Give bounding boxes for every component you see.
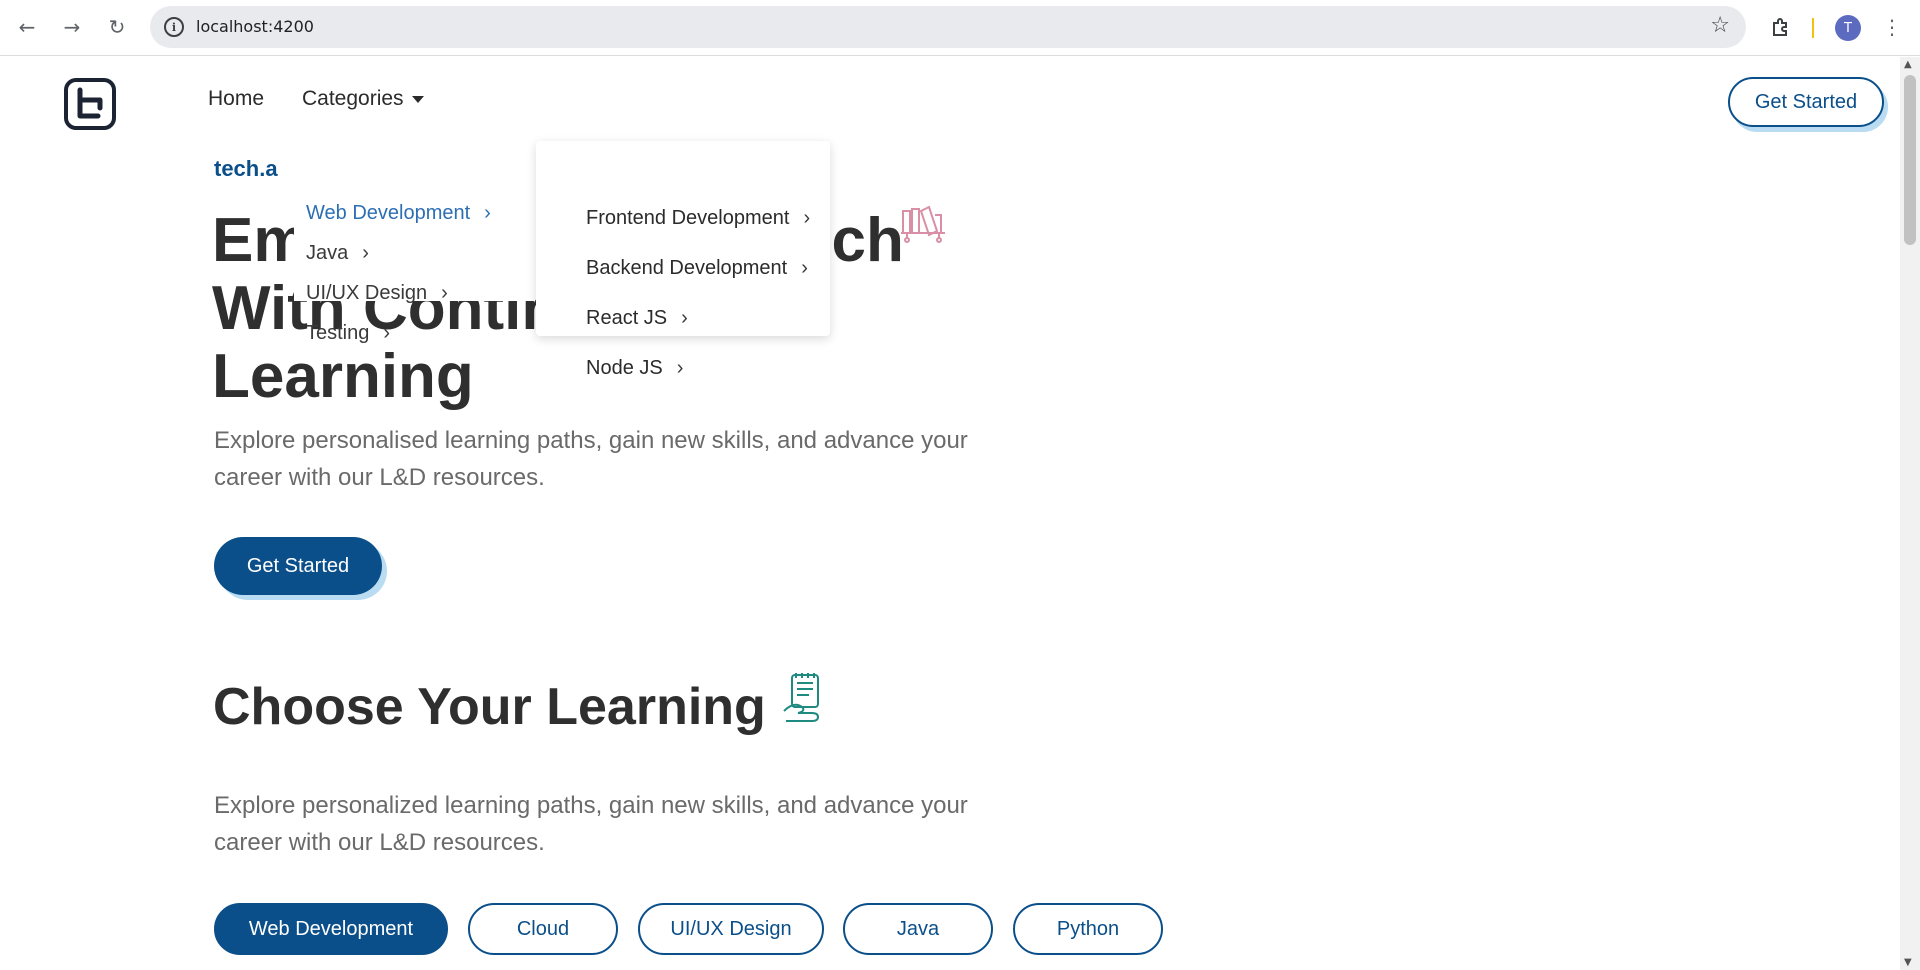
chevron-right-icon: › bbox=[803, 207, 811, 229]
page-content: Home Categories Get Started tech.a Em ch … bbox=[0, 57, 1900, 970]
forward-icon[interactable]: → bbox=[55, 10, 89, 44]
notes-icon bbox=[783, 673, 820, 722]
scroll-up-icon[interactable]: ▲ bbox=[1904, 59, 1912, 70]
submenu-item-node[interactable]: Node JS › bbox=[586, 357, 683, 380]
back-icon[interactable]: ← bbox=[10, 10, 44, 44]
menu-item-web-development[interactable]: Web Development › bbox=[306, 202, 491, 225]
chevron-right-icon: › bbox=[681, 307, 688, 329]
chevron-right-icon: › bbox=[441, 282, 448, 304]
categories-menu: Web Development › Java › UI/UX Design › Tes… bbox=[294, 141, 534, 344]
site-info-icon[interactable]: i bbox=[164, 17, 184, 37]
menu-item-label: Java bbox=[306, 242, 349, 264]
menu-item-label: Web Development bbox=[306, 202, 471, 224]
header-get-started-button[interactable]: Get Started bbox=[1728, 77, 1884, 127]
toolbar-separator bbox=[1812, 18, 1814, 38]
pill-ui-ux-design[interactable]: UI/UX Design bbox=[638, 903, 824, 955]
chevron-right-icon: › bbox=[801, 257, 808, 279]
hero-get-started-button[interactable]: Get Started bbox=[214, 537, 382, 595]
nav-categories[interactable]: Categories bbox=[302, 87, 424, 111]
pill-cloud[interactable]: Cloud bbox=[468, 903, 618, 955]
chevron-right-icon: › bbox=[676, 357, 684, 379]
star-icon[interactable]: ☆ bbox=[1710, 13, 1730, 38]
chevron-right-icon: › bbox=[362, 242, 369, 264]
web-development-submenu: Frontend Development › Backend Developmen… bbox=[536, 141, 830, 379]
pill-java[interactable]: Java bbox=[843, 903, 993, 955]
menu-item-ui-ux-design[interactable]: UI/UX Design › bbox=[306, 282, 448, 305]
menu-item-label: Testing bbox=[306, 322, 370, 344]
submenu-item-frontend[interactable]: Frontend Development › bbox=[586, 207, 810, 230]
submenu-item-backend[interactable]: Backend Development › bbox=[586, 257, 808, 280]
url-text[interactable]: localhost:4200 bbox=[196, 17, 314, 36]
learning-subtitle: Explore personalized learning paths, gai… bbox=[214, 792, 968, 856]
submenu-item-label: Backend Development bbox=[586, 257, 788, 279]
pill-python[interactable]: Python bbox=[1013, 903, 1163, 955]
address-bar[interactable]: i localhost:4200 ☆ bbox=[150, 6, 1746, 48]
submenu-item-label: Frontend Development bbox=[586, 207, 790, 229]
menu-item-testing[interactable]: Testing › bbox=[306, 322, 390, 345]
scrollbar-thumb[interactable] bbox=[1904, 75, 1916, 245]
nav-home[interactable]: Home bbox=[208, 87, 264, 111]
books-icon bbox=[901, 205, 945, 243]
nav-categories-label: Categories bbox=[302, 87, 404, 110]
submenu-item-react[interactable]: React JS › bbox=[586, 307, 688, 330]
chevron-right-icon: › bbox=[484, 202, 491, 224]
extensions-icon[interactable] bbox=[1764, 10, 1798, 44]
learning-title: Choose Your Learning bbox=[213, 678, 766, 736]
hero-eyebrow: tech.a bbox=[214, 156, 278, 181]
logo[interactable] bbox=[64, 78, 116, 130]
caret-down-icon bbox=[411, 95, 424, 103]
page-scrollbar[interactable]: ▲ ▼ bbox=[1900, 57, 1920, 970]
submenu-item-label: React JS bbox=[586, 307, 668, 329]
menu-item-label: UI/UX Design bbox=[306, 282, 428, 304]
menu-icon[interactable]: ⋮ bbox=[1875, 10, 1909, 44]
menu-item-java[interactable]: Java › bbox=[306, 242, 369, 265]
profile-avatar[interactable]: T bbox=[1835, 15, 1861, 41]
hero-subtitle: Explore personalised learning paths, gai… bbox=[214, 427, 968, 491]
submenu-item-label: Node JS bbox=[586, 357, 663, 379]
scroll-down-icon[interactable]: ▼ bbox=[1904, 957, 1912, 968]
pill-web-development[interactable]: Web Development bbox=[214, 903, 448, 955]
hero-title-line1-right: ch bbox=[831, 206, 904, 275]
browser-toolbar: ← → ↻ i localhost:4200 ☆ T ⋮ bbox=[0, 0, 1920, 56]
chevron-right-icon: › bbox=[383, 322, 391, 344]
reload-icon[interactable]: ↻ bbox=[100, 10, 134, 44]
